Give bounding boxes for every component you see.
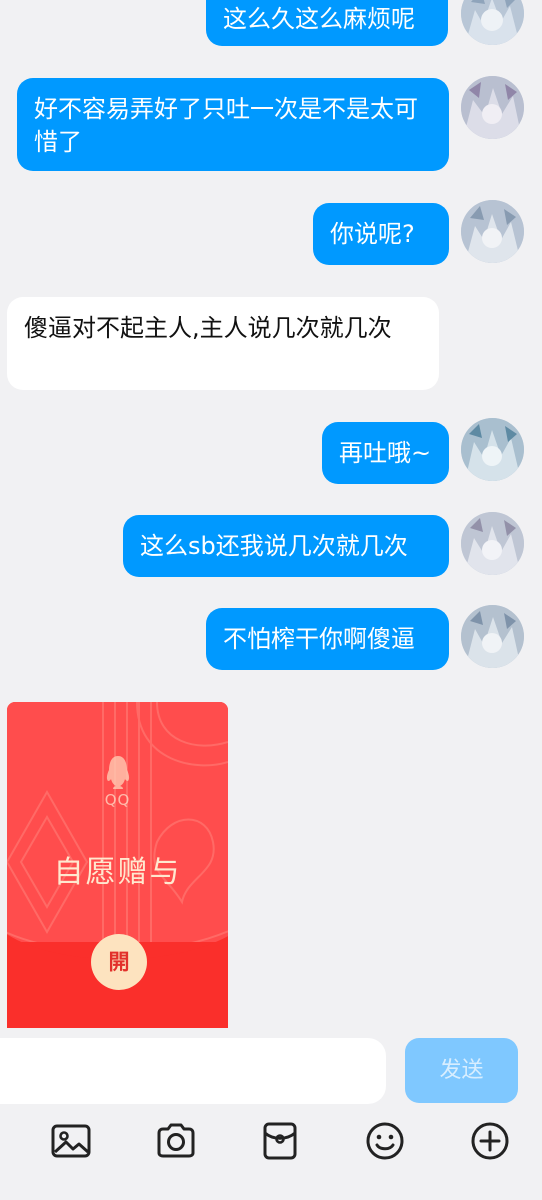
message-bubble-incoming[interactable]: 傻逼对不起主人,主人说几次就几次 [7, 297, 439, 390]
avatar[interactable] [461, 512, 524, 575]
image-icon[interactable] [48, 1118, 94, 1164]
send-button[interactable]: 发送 [405, 1038, 518, 1103]
camera-icon[interactable] [153, 1118, 199, 1164]
message-bubble-outgoing[interactable]: 这么sb还我说几次就几次 [123, 515, 449, 577]
message-bubble-outgoing[interactable]: 这么久这么麻烦呢 [206, 0, 448, 46]
message-bubble-outgoing[interactable]: 再吐哦~ [322, 422, 449, 484]
avatar[interactable] [461, 200, 524, 263]
input-bar: 发送 [0, 1028, 542, 1114]
message-bubble-outgoing[interactable]: 你说呢? [313, 203, 449, 265]
avatar[interactable] [461, 418, 524, 481]
qq-penguin-icon [106, 756, 130, 789]
red-packet-icon[interactable] [257, 1118, 303, 1164]
message-bubble-outgoing[interactable]: 不怕榨干你啊傻逼 [206, 608, 449, 670]
avatar[interactable] [461, 605, 524, 668]
plus-icon[interactable] [467, 1118, 513, 1164]
input-toolbar [0, 1114, 542, 1200]
chat-area[interactable]: 这么久这么麻烦呢 好不容易弄好了只吐一次是不是太可惜了 你说呢? 傻逼对不起主人… [0, 0, 542, 1028]
message-bubble-outgoing[interactable]: 好不容易弄好了只吐一次是不是太可惜了 [17, 78, 449, 171]
emoji-icon[interactable] [362, 1118, 408, 1164]
avatar[interactable] [461, 0, 524, 45]
red-packet-title: 自愿赠与 [53, 855, 182, 890]
message-input[interactable] [0, 1038, 386, 1104]
open-red-packet-button[interactable]: 開 [91, 934, 147, 990]
avatar[interactable] [461, 76, 524, 139]
red-packet[interactable]: QQ 自愿赠与 開 [7, 702, 228, 1028]
red-packet-brand: QQ [104, 791, 131, 809]
